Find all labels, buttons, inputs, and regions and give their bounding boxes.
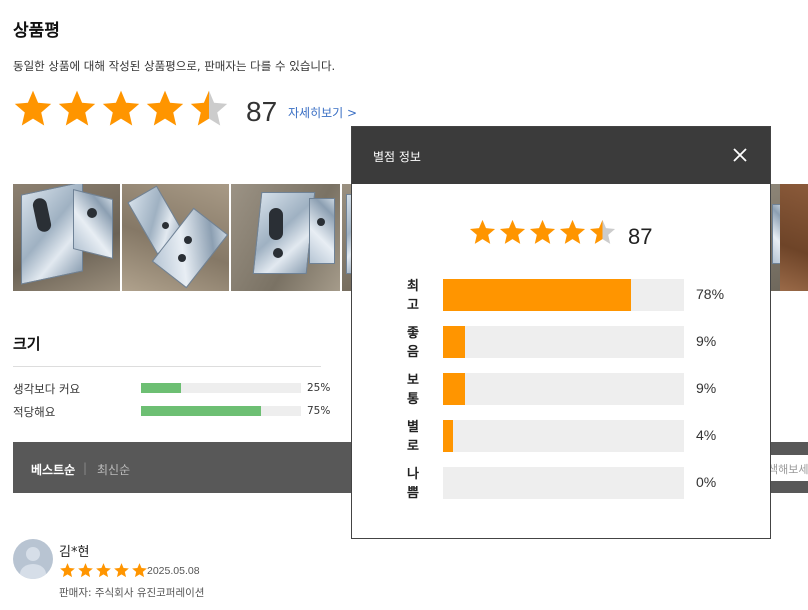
review-description: 동일한 상품에 대해 작성된 상품평으로, 판매자는 다를 수 있습니다. (13, 59, 336, 73)
rating-row: 나 쁨 0% (352, 465, 770, 501)
rating-row: 보 통 9% (352, 371, 770, 407)
star-icon (78, 563, 93, 578)
rating-label-char: 최 (407, 279, 419, 294)
size-option-label: 생각보다 커요 (13, 382, 81, 396)
size-option-percent: 25% (307, 382, 331, 394)
rating-bar (443, 279, 684, 311)
sort-newest-button[interactable]: 최신순 (97, 461, 130, 478)
star-icon (96, 563, 111, 578)
review-photo[interactable] (122, 184, 229, 291)
summary-rating-stars (12, 88, 230, 130)
rating-row: 최 고 78% (352, 277, 770, 313)
rating-bar (443, 420, 684, 452)
size-option-label: 적당해요 (13, 405, 56, 419)
size-bar-fill (141, 406, 261, 416)
sort-separator: | (83, 461, 88, 475)
detail-link[interactable]: 자세히보기 > (288, 104, 357, 121)
size-section-title: 크기 (13, 335, 41, 353)
size-bar-fill (141, 383, 181, 393)
modal-header: 별점 정보 (352, 127, 770, 184)
modal-review-count: 87 (628, 224, 653, 249)
star-icon (529, 219, 556, 244)
rating-label: 최고 (405, 277, 421, 315)
review-seller: 판매자: 주식회사 유진코퍼레이션 (59, 587, 205, 599)
user-avatar-icon (13, 539, 53, 579)
rating-row: 좋 음 9% (352, 324, 770, 360)
page-title: 상품평 (13, 21, 60, 41)
rating-percent: 9% (696, 380, 717, 396)
size-option-bar (141, 406, 301, 416)
divider (13, 366, 321, 367)
sort-best-button[interactable]: 베스트순 (31, 461, 75, 478)
review-photo[interactable] (13, 184, 120, 291)
rating-info-modal: 별점 정보 87 최 고 78% 좋 음 9% 보 통 9% 별 로 4% 나 쁨 0% (351, 126, 771, 539)
rating-bar-fill (443, 279, 631, 311)
star-icon (60, 563, 75, 578)
rating-label-char: 좋 (407, 326, 419, 341)
star-icon (469, 219, 496, 244)
reviewer-name: 김*현 (59, 545, 90, 560)
star-icon (132, 563, 147, 578)
rating-label-char: 통 (407, 392, 419, 407)
review-photo[interactable] (231, 184, 340, 291)
rating-bar-fill (443, 373, 465, 405)
rating-label-char: 로 (407, 439, 419, 454)
review-rating-stars (59, 562, 148, 579)
rating-bar (443, 326, 684, 358)
rating-label-char: 쁨 (407, 486, 419, 501)
rating-bar (443, 467, 684, 499)
star-icon (559, 219, 586, 244)
modal-rating-stars (468, 218, 617, 247)
rating-label-char: 고 (407, 298, 419, 313)
star-icon (499, 219, 526, 244)
rating-row: 별 로 4% (352, 418, 770, 454)
star-icon (58, 90, 96, 126)
star-icon (589, 219, 616, 244)
rating-label-char: 음 (407, 345, 419, 360)
rating-label-char: 별 (407, 420, 419, 435)
star-icon (14, 90, 52, 126)
rating-label-char: 보 (407, 373, 419, 388)
review-photo[interactable] (780, 184, 808, 291)
rating-label: 별로 (405, 418, 421, 456)
review-date: 2025.05.08 (147, 565, 200, 577)
rating-label: 좋음 (405, 324, 421, 362)
close-icon[interactable] (732, 147, 748, 163)
rating-label-char: 나 (407, 467, 419, 482)
rating-label: 보통 (405, 371, 421, 409)
star-icon (146, 90, 184, 126)
rating-bar-fill (443, 420, 453, 452)
star-icon (190, 90, 228, 126)
rating-bar-fill (443, 326, 465, 358)
star-icon (114, 563, 129, 578)
size-option-percent: 75% (307, 405, 331, 417)
rating-percent: 9% (696, 333, 717, 349)
rating-percent: 78% (696, 286, 725, 302)
summary-review-count: 87 (246, 96, 278, 127)
modal-title: 별점 정보 (373, 150, 421, 164)
rating-label: 나쁨 (405, 465, 421, 503)
size-option-bar (141, 383, 301, 393)
rating-percent: 4% (696, 427, 717, 443)
rating-percent: 0% (696, 474, 717, 490)
rating-bar (443, 373, 684, 405)
star-icon (102, 90, 140, 126)
